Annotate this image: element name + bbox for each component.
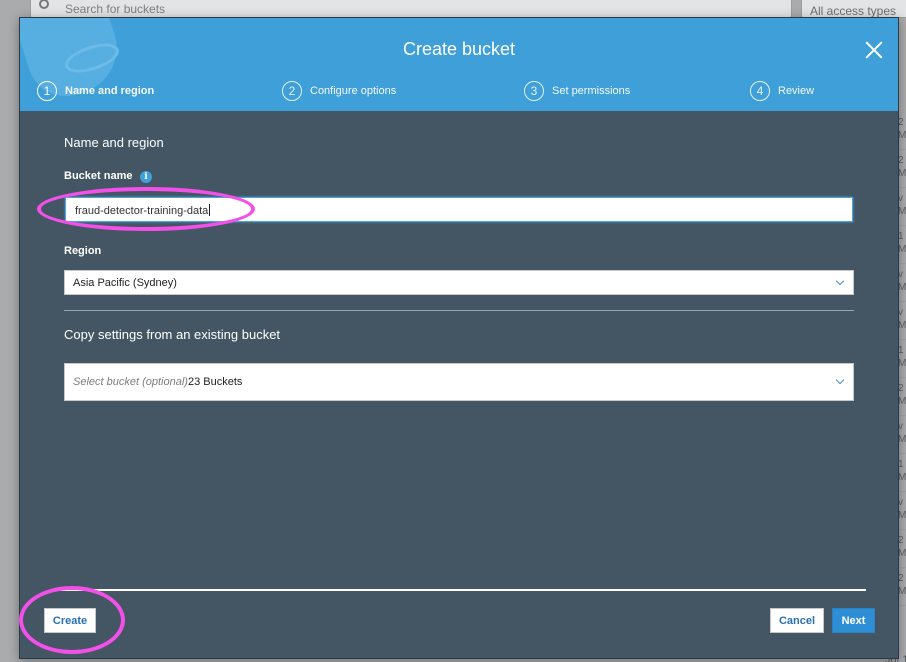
footer-divider bbox=[53, 589, 866, 591]
copy-settings-placeholder: Select bucket (optional) bbox=[73, 376, 188, 388]
step-label: Review bbox=[778, 85, 815, 97]
background-search-placeholder: Search for buckets bbox=[65, 2, 166, 16]
section-title: Name and region bbox=[64, 135, 164, 150]
step-set-permissions[interactable]: 3 Set permissions bbox=[524, 80, 630, 102]
step-review[interactable]: 4 Review bbox=[750, 80, 814, 102]
background-row: 1 MT bbox=[898, 226, 906, 264]
background-bucket-list: 2 MT 2 MT v MT 1 MT v MT v MT 1 MT 2 MT … bbox=[898, 112, 906, 606]
chevron-down-icon bbox=[835, 276, 845, 286]
step-label: Name and region bbox=[65, 85, 155, 97]
region-label: Region bbox=[64, 245, 102, 257]
bucket-name-label: Bucket name bbox=[64, 170, 133, 182]
background-row: 2 MT bbox=[898, 378, 906, 416]
wizard-steps: 1 Name and region 2 Configure options 3 … bbox=[20, 80, 898, 104]
background-row: 2 MT bbox=[898, 150, 906, 188]
step-number: 2 bbox=[282, 81, 302, 101]
background-row: v MT bbox=[898, 188, 906, 226]
bucket-name-value: fraud-detector-training-data bbox=[75, 205, 209, 217]
copy-settings-select[interactable]: Select bucket (optional)23 Buckets bbox=[64, 363, 854, 401]
background-row: 2 MT bbox=[898, 112, 906, 150]
background-row: 1 MT bbox=[898, 454, 906, 492]
text-caret bbox=[209, 204, 211, 216]
region-selected-value: Asia Pacific (Sydney) bbox=[73, 277, 177, 289]
section-divider bbox=[64, 310, 854, 311]
step-number: 4 bbox=[750, 81, 770, 101]
step-label: Configure options bbox=[310, 85, 397, 97]
region-select[interactable]: Asia Pacific (Sydney) bbox=[64, 270, 854, 295]
step-name-and-region[interactable]: 1 Name and region bbox=[37, 80, 154, 102]
close-icon[interactable] bbox=[862, 38, 886, 62]
step-label: Set permissions bbox=[552, 85, 631, 97]
search-icon bbox=[39, 0, 49, 9]
step-number: 3 bbox=[524, 81, 544, 101]
background-row: v MT bbox=[898, 302, 906, 340]
background-row: 2 MT bbox=[898, 568, 906, 606]
bucket-count: 23 Buckets bbox=[187, 376, 243, 388]
background-row: v MT bbox=[898, 492, 906, 530]
bucket-name-input[interactable]: fraud-detector-training-data bbox=[65, 197, 853, 222]
background-search-input: Search for buckets bbox=[30, 0, 792, 18]
create-button[interactable]: Create bbox=[44, 608, 96, 633]
background-row: 1 MT bbox=[898, 340, 906, 378]
background-row: 2 MT bbox=[898, 530, 906, 568]
modal-title: Create bucket bbox=[402, 39, 516, 59]
modal-header: Create bucket 1 Name and region 2 Config… bbox=[20, 18, 898, 111]
cancel-button[interactable]: Cancel bbox=[770, 608, 824, 633]
step-configure-options[interactable]: 2 Configure options bbox=[282, 80, 396, 102]
create-bucket-modal: Create bucket 1 Name and region 2 Config… bbox=[19, 17, 899, 659]
background-access-filter: All access types bbox=[801, 0, 906, 18]
info-icon[interactable]: i bbox=[140, 171, 152, 183]
next-button[interactable]: Next bbox=[832, 608, 875, 633]
background-row: v MT bbox=[898, 416, 906, 454]
background-row: v MT bbox=[898, 264, 906, 302]
step-number: 1 bbox=[37, 81, 57, 101]
chevron-down-icon bbox=[835, 375, 845, 385]
copy-settings-title: Copy settings from an existing bucket bbox=[64, 327, 281, 342]
